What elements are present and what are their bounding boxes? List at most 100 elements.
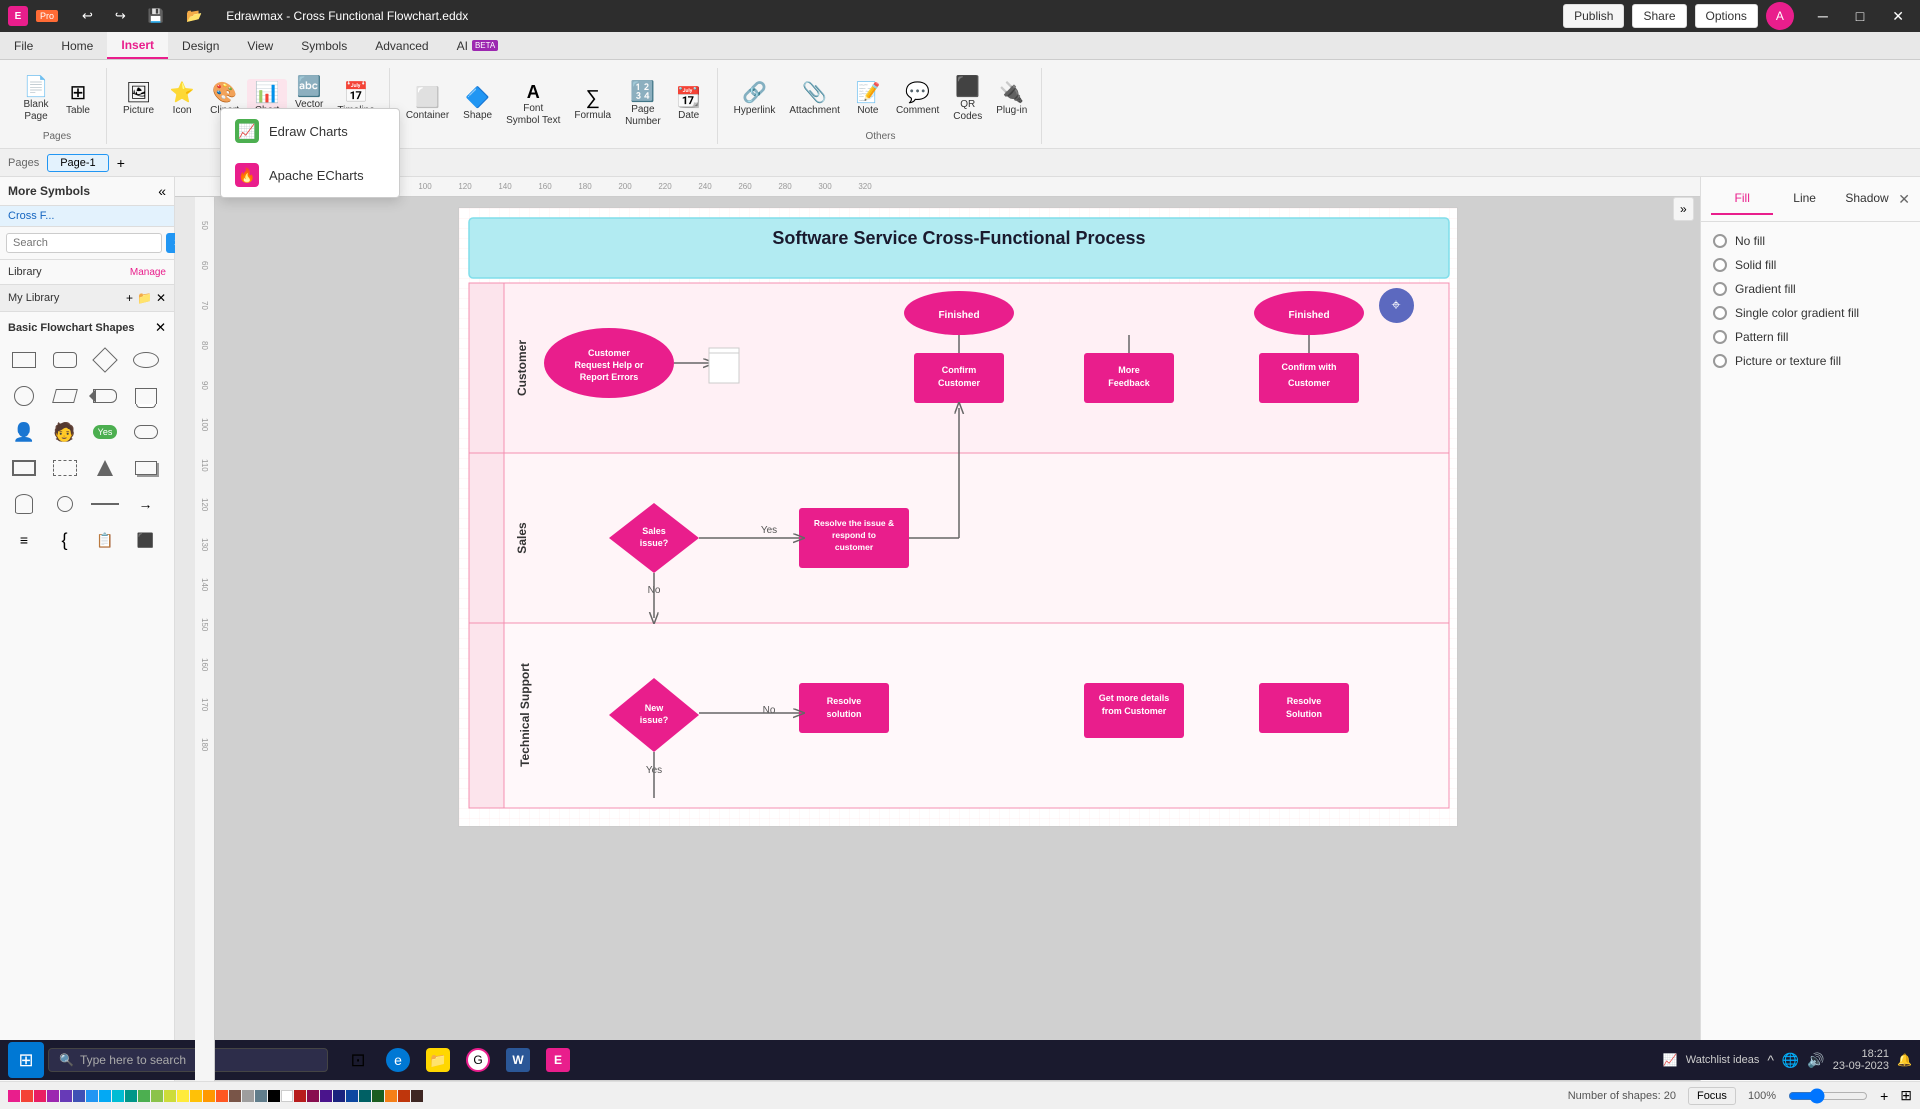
- fill-option-single-gradient[interactable]: Single color gradient fill: [1713, 306, 1908, 320]
- close-shapes-btn[interactable]: ✕: [155, 320, 166, 336]
- table-btn[interactable]: ⊞ Table: [58, 79, 98, 121]
- tab-view[interactable]: View: [233, 32, 287, 59]
- color-swatch-green[interactable]: [138, 1090, 150, 1102]
- shape-ellipse[interactable]: [130, 344, 162, 376]
- date-btn[interactable]: 📆 Date: [669, 84, 709, 126]
- shape-more[interactable]: ⬛: [130, 524, 162, 556]
- color-swatch-dark-pink[interactable]: [307, 1090, 319, 1102]
- color-swatch-white[interactable]: [281, 1090, 293, 1102]
- fill-tab[interactable]: Fill: [1711, 183, 1773, 215]
- formula-btn[interactable]: ∑ Formula: [568, 84, 617, 126]
- shape-dashed-rect[interactable]: [49, 452, 81, 484]
- color-swatch-orange[interactable]: [203, 1090, 215, 1102]
- publish-btn[interactable]: Publish: [1563, 4, 1624, 28]
- color-swatch-light-green[interactable]: [151, 1090, 163, 1102]
- color-swatch-dark-cyan[interactable]: [359, 1090, 371, 1102]
- close-btn[interactable]: ✕: [1884, 8, 1912, 25]
- shape-note-shape[interactable]: 📋: [89, 524, 121, 556]
- volume-icon[interactable]: 🔊: [1807, 1052, 1824, 1069]
- shape-rounded[interactable]: [130, 416, 162, 448]
- color-swatch-dark-purple[interactable]: [320, 1090, 332, 1102]
- line-tab[interactable]: Line: [1773, 183, 1835, 215]
- collapse-panel-btn[interactable]: «: [158, 183, 166, 199]
- start-button[interactable]: ⊞: [8, 1042, 44, 1078]
- options-btn[interactable]: Options: [1695, 4, 1758, 28]
- page-tab-1[interactable]: Page-1: [47, 154, 108, 172]
- color-swatch-teal[interactable]: [125, 1090, 137, 1102]
- color-swatch-deep-orange[interactable]: [216, 1090, 228, 1102]
- tab-file[interactable]: File: [0, 32, 47, 59]
- taskbar-app-chrome[interactable]: G: [460, 1042, 496, 1078]
- shape-process-list[interactable]: ≡: [8, 524, 40, 556]
- tab-ai[interactable]: AI BETA: [443, 32, 513, 59]
- search-input[interactable]: [6, 233, 162, 253]
- icon-btn[interactable]: ⭐ Icon: [162, 79, 202, 121]
- breadcrumb-item[interactable]: Cross F...: [0, 206, 174, 227]
- focus-mode-btn[interactable]: Focus: [1688, 1087, 1736, 1105]
- apache-echarts-item[interactable]: 🔥 Apache ECharts: [221, 153, 399, 197]
- color-swatch-light-blue[interactable]: [99, 1090, 111, 1102]
- color-swatch-dark-brown[interactable]: [411, 1090, 423, 1102]
- comment-btn[interactable]: 💬 Comment: [890, 79, 945, 121]
- shape-cylinder[interactable]: [8, 488, 40, 520]
- diagram-viewport[interactable]: Software Service Cross-Functional Proces…: [215, 197, 1700, 1081]
- taskbar-app-edraw[interactable]: E: [540, 1042, 576, 1078]
- color-swatch-blue-grey[interactable]: [255, 1090, 267, 1102]
- color-swatch-indigo[interactable]: [73, 1090, 85, 1102]
- taskbar-app-word[interactable]: W: [500, 1042, 536, 1078]
- attachment-btn[interactable]: 📎 Attachment: [783, 79, 846, 121]
- color-swatch-dark-red[interactable]: [294, 1090, 306, 1102]
- add-library-btn[interactable]: +: [126, 291, 133, 305]
- network-icon[interactable]: 🌐: [1782, 1052, 1799, 1069]
- shape-btn[interactable]: 🔷 Shape: [457, 84, 498, 126]
- color-swatch-yellow[interactable]: [177, 1090, 189, 1102]
- minimize-btn[interactable]: ─: [1810, 8, 1836, 25]
- color-swatch-cyan[interactable]: [112, 1090, 124, 1102]
- shape-tag[interactable]: [89, 380, 121, 412]
- shape-rect-thick[interactable]: [8, 452, 40, 484]
- plugin-btn[interactable]: 🔌 Plug-in: [990, 79, 1033, 121]
- fill-option-pattern[interactable]: Pattern fill: [1713, 330, 1908, 344]
- page-number-btn[interactable]: 🔢 PageNumber: [619, 78, 667, 132]
- color-swatch-brown[interactable]: [229, 1090, 241, 1102]
- taskbar-app-explorer[interactable]: 📁: [420, 1042, 456, 1078]
- shape-round-rect[interactable]: [49, 344, 81, 376]
- color-swatch-black[interactable]: [268, 1090, 280, 1102]
- undo-btn[interactable]: ↩: [74, 8, 101, 24]
- shape-rectangle[interactable]: [8, 344, 40, 376]
- add-folder-btn[interactable]: 📁: [137, 291, 152, 305]
- save-btn[interactable]: 💾: [140, 8, 172, 24]
- close-right-panel-btn[interactable]: ✕: [1898, 191, 1910, 208]
- shape-small-circle[interactable]: [49, 488, 81, 520]
- shape-person[interactable]: 👤: [8, 416, 40, 448]
- blank-page-btn[interactable]: 📄 BlankPage: [16, 73, 56, 127]
- color-swatch-deep-purple[interactable]: [60, 1090, 72, 1102]
- color-swatch-grey[interactable]: [242, 1090, 254, 1102]
- shadow-tab[interactable]: Shadow: [1836, 183, 1898, 215]
- color-swatch-dark-orange[interactable]: [398, 1090, 410, 1102]
- color-swatch-dark-blue[interactable]: [346, 1090, 358, 1102]
- container-btn[interactable]: ⬜ Container: [400, 84, 455, 126]
- color-swatch-purple[interactable]: [47, 1090, 59, 1102]
- edraw-charts-item[interactable]: 📈 Edraw Charts: [221, 109, 399, 153]
- notification-icon[interactable]: 🔔: [1897, 1053, 1912, 1067]
- color-swatch-pink2[interactable]: [34, 1090, 46, 1102]
- redo-btn[interactable]: ↪: [107, 8, 134, 24]
- fill-option-picture[interactable]: Picture or texture fill: [1713, 354, 1908, 368]
- shape-doc[interactable]: [130, 380, 162, 412]
- shape-parallelogram[interactable]: [49, 380, 81, 412]
- taskbar-app-taskview[interactable]: ⊡: [340, 1042, 376, 1078]
- share-btn[interactable]: Share: [1632, 4, 1686, 28]
- tab-home[interactable]: Home: [47, 32, 107, 59]
- color-swatch-red[interactable]: [21, 1090, 33, 1102]
- shape-diamond[interactable]: [89, 344, 121, 376]
- shape-double-rect[interactable]: [130, 452, 162, 484]
- font-symbol-btn[interactable]: A FontSymbol Text: [500, 79, 566, 131]
- shape-line[interactable]: [89, 488, 121, 520]
- color-swatch-lime[interactable]: [164, 1090, 176, 1102]
- right-panel-toggle[interactable]: »: [1673, 197, 1694, 221]
- add-page-btn[interactable]: +: [117, 155, 125, 171]
- color-swatch-dark-indigo[interactable]: [333, 1090, 345, 1102]
- color-swatch-dark-yellow[interactable]: [385, 1090, 397, 1102]
- shape-oval[interactable]: [8, 380, 40, 412]
